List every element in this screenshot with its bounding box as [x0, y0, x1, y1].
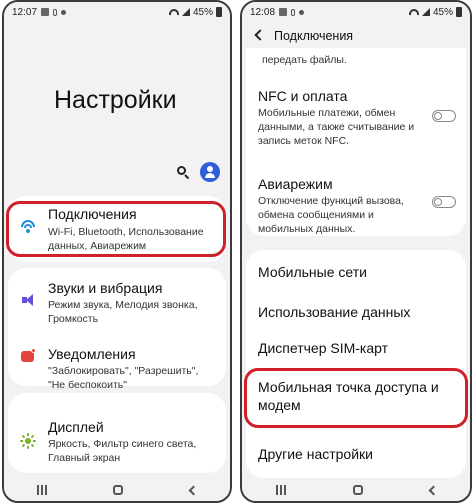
battery-percent: 45%: [192, 6, 213, 18]
profile-icon[interactable]: [200, 162, 220, 182]
right-phone-screen: 12:08 45% Подключения передать файлы. NF…: [240, 0, 472, 503]
connections-card: Подключения Wi-Fi, Bluetooth, Использова…: [8, 196, 226, 262]
battery-percent: 45%: [432, 6, 453, 18]
menu-item-subtitle: Мобильные платежи, обмен данными, а такж…: [258, 107, 415, 147]
signal-icon: [421, 8, 430, 16]
menu-item-airplane[interactable]: Авиарежим Отключение функций вызова, обм…: [246, 168, 466, 235]
home-icon[interactable]: [352, 485, 363, 495]
menu-item-title: Звуки и вибрация: [48, 280, 163, 296]
back-icon[interactable]: [254, 29, 266, 41]
menu-item-title: Мобильная точка доступа и модем: [258, 379, 439, 413]
back-nav-icon[interactable]: [188, 485, 199, 495]
dot-icon: [299, 9, 305, 15]
notification-icon: [20, 348, 36, 364]
menu-item-title: Подключения: [48, 206, 137, 222]
microphone-icon: [291, 8, 296, 16]
menu-item-title: Авиарежим: [258, 176, 333, 192]
battery-icon: [216, 7, 222, 17]
menu-item-other-settings[interactable]: Другие настройки: [246, 436, 466, 476]
menu-item-subtitle: Яркость, Фильтр синего света, Главный эк…: [48, 438, 197, 464]
display-card: Дисплей Яркость, Фильтр синего света, Гл…: [8, 393, 226, 473]
network-settings-card: Мобильные сети Использование данных Дисп…: [246, 250, 466, 478]
menu-item-data-usage[interactable]: Использование данных: [246, 292, 466, 332]
nfc-airplane-card: передать файлы. NFC и оплата Мобильные п…: [246, 48, 466, 236]
airplane-toggle[interactable]: [432, 196, 456, 208]
menu-item-sounds[interactable]: Звуки и вибрация Режим звука, Мелодия зв…: [8, 268, 226, 326]
gallery-notification-icon: [279, 8, 288, 16]
menu-item-display[interactable]: Дисплей Яркость, Фильтр синего света, Гл…: [8, 393, 226, 473]
wifi-status-icon: [408, 9, 419, 15]
menu-item-title: Использование данных: [258, 304, 411, 320]
back-nav-icon[interactable]: [428, 485, 438, 495]
menu-item-title: Другие настройки: [258, 446, 373, 462]
signal-icon: [181, 8, 190, 16]
menu-item-subtitle: Режим звука, Мелодия звонка, Громкость: [48, 299, 198, 325]
menu-item-title: NFC и оплата: [258, 88, 348, 104]
menu-item-mobile-networks[interactable]: Мобильные сети: [246, 250, 466, 292]
left-phone-screen: 12:07 45% Настройки Подключения Wi-Fi, B…: [2, 0, 232, 503]
navigation-bar: [242, 479, 470, 501]
speaker-icon: [20, 292, 36, 308]
gallery-notification-icon: [41, 8, 50, 16]
dot-icon: [61, 9, 67, 15]
menu-item-connections[interactable]: Подключения Wi-Fi, Bluetooth, Использова…: [8, 196, 226, 262]
menu-item-subtitle: "Заблокировать", "Разрешить", "Не беспок…: [48, 365, 199, 391]
microphone-icon: [53, 8, 58, 16]
menu-item-subtitle: Отключение функций вызова, обмена сообще…: [258, 195, 404, 235]
wifi-icon: [20, 218, 36, 234]
truncated-text: передать файлы.: [262, 54, 347, 66]
brightness-icon: [20, 433, 36, 449]
status-bar: 12:08 45%: [242, 2, 470, 22]
menu-item-mobile-hotspot[interactable]: Мобильная точка доступа и модем: [246, 368, 466, 428]
status-bar: 12:07 45%: [4, 2, 230, 22]
recents-icon[interactable]: [37, 485, 48, 495]
navigation-bar: [4, 479, 230, 501]
menu-item-notifications[interactable]: Уведомления "Заблокировать", "Разрешить"…: [8, 326, 226, 391]
menu-item-title: Уведомления: [48, 346, 136, 362]
sounds-notifications-card: Звуки и вибрация Режим звука, Мелодия зв…: [8, 268, 226, 391]
page-header: Подключения: [242, 26, 470, 48]
status-time: 12:07: [12, 6, 38, 18]
menu-item-title: Дисплей: [48, 419, 104, 435]
menu-item-title: Мобильные сети: [258, 264, 367, 280]
menu-item-sim-manager[interactable]: Диспетчер SIM-карт: [246, 332, 466, 366]
battery-icon: [456, 7, 462, 17]
menu-item-title: Диспетчер SIM-карт: [258, 340, 389, 356]
wifi-status-icon: [168, 9, 179, 15]
page-title: Подключения: [274, 29, 354, 43]
home-icon[interactable]: [113, 485, 124, 495]
search-icon[interactable]: [176, 165, 190, 180]
recents-icon[interactable]: [275, 485, 286, 495]
status-time: 12:08: [250, 6, 276, 18]
menu-item-nfc[interactable]: NFC и оплата Мобильные платежи, обмен да…: [246, 82, 466, 148]
nfc-toggle[interactable]: [432, 110, 456, 122]
menu-item-subtitle: Wi-Fi, Bluetooth, Использование данных, …: [48, 226, 204, 252]
page-title: Настройки: [54, 86, 177, 114]
